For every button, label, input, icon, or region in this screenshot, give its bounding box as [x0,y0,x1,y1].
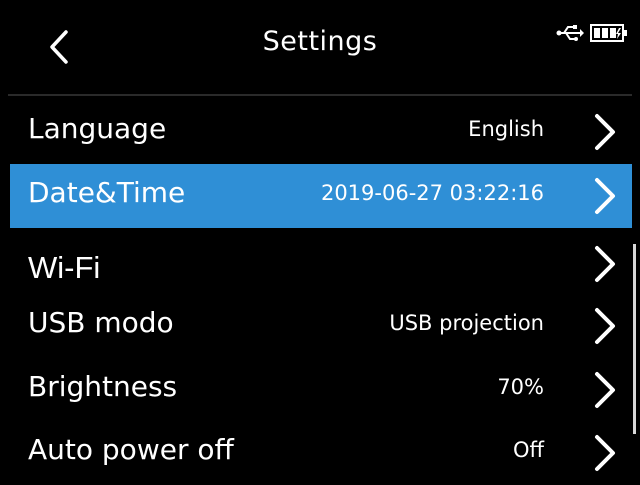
setting-row-date-time[interactable]: Date&Time 2019-06-27 03:22:16 [10,164,632,228]
setting-value: 70% [497,375,544,399]
setting-value: English [468,117,544,141]
setting-row-language[interactable]: Language English [10,100,632,164]
chevron-right-icon [595,246,615,282]
setting-value: 2019-06-27 03:22:16 [320,181,544,205]
chevron-right-icon [595,372,615,408]
battery-icon [590,24,627,42]
header-divider [8,94,632,96]
setting-value: Off [513,438,544,462]
setting-label: Wi-Fi [28,250,101,285]
header-bar: Settings [0,0,640,98]
setting-label: Auto power off [28,433,234,466]
setting-label: USB modo [28,306,174,339]
setting-label: Language [28,112,167,145]
chevron-right-icon [595,178,615,214]
setting-label: Date&Time [28,176,186,209]
settings-screen: Settings Language English Date&Time 2019… [0,0,640,483]
setting-value: USB projection [389,311,544,335]
chevron-right-icon [595,308,615,344]
setting-row-wifi[interactable]: Wi-Fi [10,232,632,296]
chevron-right-icon [595,114,615,150]
page-title: Settings [262,26,378,57]
usb-icon [556,25,584,41]
setting-label: Brightness [28,370,178,403]
setting-row-auto-power-off[interactable]: Auto power off Off [10,421,632,485]
scrollbar[interactable] [633,244,636,434]
setting-row-usb-mode[interactable]: USB modo USB projection [10,294,632,358]
chevron-right-icon [595,435,615,471]
setting-row-brightness[interactable]: Brightness 70% [10,358,632,422]
